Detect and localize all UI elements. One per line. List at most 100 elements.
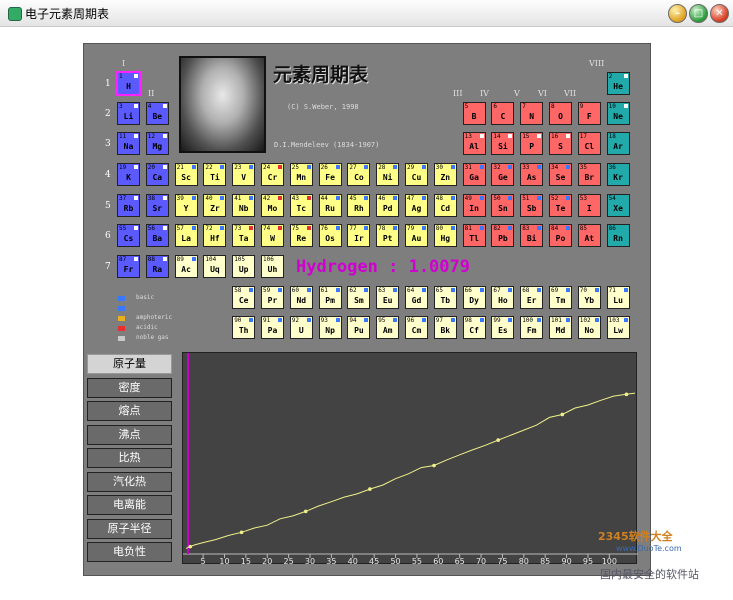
element-hf[interactable]: 72 Hf (203, 224, 227, 247)
element-al[interactable]: 13 Al (462, 132, 486, 155)
element-fe[interactable]: 26 Fe (318, 163, 342, 186)
element-ni[interactable]: 28 Ni (376, 163, 400, 186)
element-pm[interactable]: 61 Pm (318, 286, 342, 309)
element-sc[interactable]: 21 Sc (174, 163, 198, 186)
element-si[interactable]: 14 Si (491, 132, 515, 155)
element-pd[interactable]: 46 Pd (376, 194, 400, 217)
element-th[interactable]: 90 Th (232, 316, 256, 339)
property-button[interactable]: 沸点 (87, 424, 172, 445)
element-o[interactable]: 8O (549, 102, 572, 125)
element-tl[interactable]: 81 Tl (462, 224, 486, 247)
element-s[interactable]: 16 S (549, 132, 572, 155)
element-cs[interactable]: 55 Cs (117, 224, 140, 247)
element-u[interactable]: 92 U (289, 316, 313, 339)
element-ta[interactable]: 73 Ta (232, 224, 256, 247)
element-ga[interactable]: 31 Ga (462, 163, 486, 186)
element-er[interactable]: 68 Er (520, 286, 544, 309)
element-nd[interactable]: 60 Nd (289, 286, 313, 309)
element-i[interactable]: 53 I (577, 194, 601, 217)
element-ru[interactable]: 44 Ru (318, 194, 342, 217)
element-no[interactable]: 102 No (577, 316, 601, 339)
element-rn[interactable]: 86 Rn (606, 224, 630, 247)
element-p[interactable]: 15 P (520, 132, 544, 155)
element-ar[interactable]: 18 Ar (606, 132, 630, 155)
close-button[interactable]: ✕ (710, 4, 729, 23)
element-eu[interactable]: 63 Eu (376, 286, 400, 309)
element-po[interactable]: 84 Po (549, 224, 572, 247)
element-ca[interactable]: 20 Ca (145, 163, 169, 186)
element-mo[interactable]: 42 Mo (261, 194, 284, 217)
element-cl[interactable]: 17 Cl (577, 132, 601, 155)
property-button[interactable]: 比热 (87, 448, 172, 468)
element-pa[interactable]: 91 Pa (261, 316, 284, 339)
element-nb[interactable]: 41 Nb (232, 194, 256, 217)
element-ac[interactable]: 89 Ac (174, 255, 198, 278)
element-li[interactable]: 3 Li (117, 102, 140, 125)
element-rb[interactable]: 37 Rb (117, 194, 140, 217)
element-cd[interactable]: 48 Cd (433, 194, 457, 217)
property-button[interactable]: 熔点 (87, 401, 172, 421)
element-n[interactable]: 7N (520, 102, 544, 125)
element-br[interactable]: 35 Br (577, 163, 601, 186)
element-gd[interactable]: 64 Gd (405, 286, 428, 309)
element-mg[interactable]: 12 Mg (145, 132, 169, 155)
element-ir[interactable]: 77 Ir (347, 224, 371, 247)
element-tb[interactable]: 65 Tb (433, 286, 457, 309)
element-ce[interactable]: 58 Ce (232, 286, 256, 309)
element-tm[interactable]: 69 Tm (549, 286, 572, 309)
element-te[interactable]: 52 Te (549, 194, 572, 217)
element-c[interactable]: 6C (491, 102, 515, 125)
property-button[interactable]: 电负性 (87, 542, 172, 562)
property-button[interactable]: 原子半径 (87, 518, 172, 539)
element-sb[interactable]: 51 Sb (520, 194, 544, 217)
element-pu[interactable]: 94 Pu (347, 316, 371, 339)
element-lw[interactable]: 103 Lw (606, 316, 630, 339)
element-as[interactable]: 33 As (520, 163, 544, 186)
element-fm[interactable]: 100 Fm (520, 316, 544, 339)
maximize-button[interactable]: □ (689, 4, 708, 23)
element-re[interactable]: 75 Re (289, 224, 313, 247)
element-np[interactable]: 93 Np (318, 316, 342, 339)
element-k[interactable]: 19 K (117, 163, 140, 186)
element-he[interactable]: 2 He (606, 72, 630, 95)
element-uq[interactable]: 104 Uq (203, 255, 227, 278)
element-pr[interactable]: 59 Pr (261, 286, 284, 309)
element-v[interactable]: 23 V (232, 163, 256, 186)
element-kr[interactable]: 36 Kr (606, 163, 630, 186)
minimize-button[interactable]: – (668, 4, 687, 23)
element-cu[interactable]: 29 Cu (405, 163, 428, 186)
element-zr[interactable]: 40 Zr (203, 194, 227, 217)
property-button[interactable]: 密度 (87, 377, 172, 398)
element-na[interactable]: 11 Na (117, 132, 140, 155)
element-ho[interactable]: 67 Ho (491, 286, 515, 309)
element-se[interactable]: 34 Se (549, 163, 572, 186)
element-es[interactable]: 99 Es (491, 316, 515, 339)
element-ag[interactable]: 47 Ag (405, 194, 428, 217)
element-sn[interactable]: 50 Sn (491, 194, 515, 217)
element-w[interactable]: 74 W (261, 224, 284, 247)
element-lu[interactable]: 71 Lu (606, 286, 630, 309)
element-la[interactable]: 57 La (174, 224, 198, 247)
element-am[interactable]: 95 Am (376, 316, 400, 339)
element-sm[interactable]: 62 Sm (347, 286, 371, 309)
element-y[interactable]: 39 Y (174, 194, 198, 217)
element-ra[interactable]: 88 Ra (145, 255, 169, 278)
element-mn[interactable]: 25 Mn (289, 163, 313, 186)
element-au[interactable]: 79 Au (405, 224, 428, 247)
element-ti[interactable]: 22 Ti (203, 163, 227, 186)
property-button[interactable]: 汽化热 (87, 471, 172, 492)
property-button[interactable]: 原子量 (87, 354, 172, 374)
element-bk[interactable]: 97 Bk (433, 316, 457, 339)
element-rh[interactable]: 45 Rh (347, 194, 371, 217)
element-dy[interactable]: 66 Dy (462, 286, 486, 309)
element-zn[interactable]: 30 Zn (433, 163, 457, 186)
element-at[interactable]: 85 At (577, 224, 601, 247)
element-yb[interactable]: 70 Yb (577, 286, 601, 309)
element-md[interactable]: 101 Md (549, 316, 572, 339)
property-button[interactable]: 电离能 (87, 495, 172, 515)
element-be[interactable]: 4 Be (145, 102, 169, 125)
element-xe[interactable]: 54 Xe (606, 194, 630, 217)
element-b[interactable]: 5B (462, 102, 486, 125)
element-ne[interactable]: 10 Ne (606, 102, 630, 125)
element-fr[interactable]: 87 Fr (117, 255, 140, 278)
